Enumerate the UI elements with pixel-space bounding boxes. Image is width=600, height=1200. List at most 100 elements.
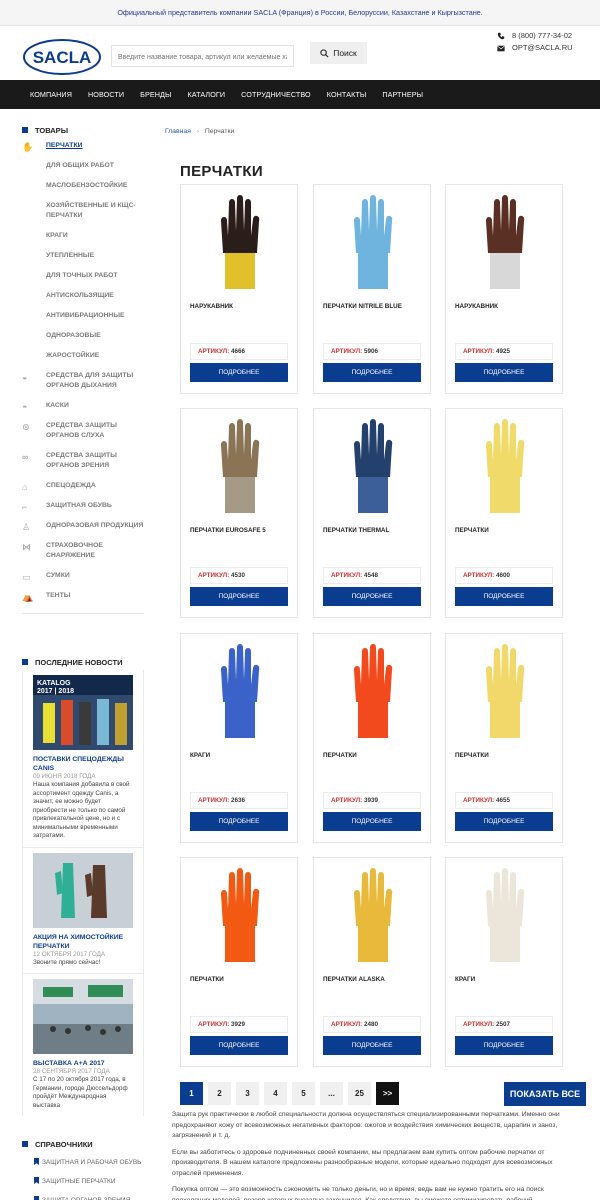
sidebar-item-11[interactable]: ЖАРОСТОЙКИЕ xyxy=(22,351,144,361)
news-image[interactable]: KATALOG 2017 | 2018 xyxy=(33,675,133,750)
sidebar-item-19[interactable]: ⋈ СТРАХОВОЧНОЕ СНАРЯЖЕНИЕ xyxy=(22,541,144,561)
product-name[interactable]: ПЕРЧАТКИ NITRILE BLUE xyxy=(323,303,402,310)
sidebar-item-9[interactable]: АНТИВИБРАЦИОННЫЕ xyxy=(22,311,144,321)
nav-item-5[interactable]: СОТРУДНИЧЕСТВО xyxy=(241,90,311,99)
details-button[interactable]: ПОДРОБНЕЕ xyxy=(323,363,421,382)
product-card[interactable]: ПЕРЧАТКИ THERMAL АРТИКУЛ: 4548 ПОДРОБНЕЕ xyxy=(313,408,431,618)
next-page-button[interactable]: >> xyxy=(376,1082,399,1105)
sidebar-item-7[interactable]: ДЛЯ ТОЧНЫХ РАБОТ xyxy=(22,271,144,281)
email-address[interactable]: OPT@SACLA.RU xyxy=(512,42,573,54)
pagination: 1 2 3 4 5... 25 >> xyxy=(180,1082,399,1105)
nav-item-3[interactable]: БРЕНДЫ xyxy=(140,90,171,99)
page-button[interactable]: 4 xyxy=(264,1082,287,1105)
sidebar-item-21[interactable]: ⛺ ТЕНТЫ xyxy=(22,591,144,602)
product-card[interactable]: ПЕРЧАТКИ АРТИКУЛ: 4600 ПОДРОБНЕЕ xyxy=(445,408,563,618)
show-all-button[interactable]: ПОКАЗАТЬ ВСЕ xyxy=(504,1082,586,1106)
page-button[interactable]: 1 xyxy=(180,1082,203,1105)
sidebar-item-20[interactable]: ▭ СУМКИ xyxy=(22,571,144,582)
product-name[interactable]: ПЕРЧАТКИ ALASKA xyxy=(323,976,385,983)
product-card[interactable]: ПЕРЧАТКИ EUROSAFE 5 АРТИКУЛ: 4530 ПОДРОБНЕ… xyxy=(180,408,298,618)
sidebar-item-1[interactable]: ✋ ПЕРЧАТКИ xyxy=(22,141,144,152)
news-image[interactable] xyxy=(33,979,133,1054)
news-title[interactable]: ПОСТАВКИ СПЕЦОДЕЖДЫ CANIS xyxy=(33,755,133,773)
sidebar-item-6[interactable]: УТЕПЛЕННЫЕ xyxy=(22,251,144,261)
product-name[interactable]: ПЕРЧАТКИ xyxy=(190,976,224,983)
product-name[interactable]: ПЕРЧАТКИ xyxy=(455,527,489,534)
details-button[interactable]: ПОДРОБНЕЕ xyxy=(190,1036,288,1055)
sidebar-item-3[interactable]: МАСЛОБЕНЗОСТОЙКИЕ xyxy=(22,181,144,191)
news-title[interactable]: АКЦИЯ НА ХИМОСТОЙКИЕ ПЕРЧАТКИ xyxy=(33,933,133,951)
details-button[interactable]: ПОДРОБНЕЕ xyxy=(455,587,553,606)
product-name[interactable]: НАРУКАВНИК xyxy=(190,303,233,310)
details-button[interactable]: ПОДРОБНЕЕ xyxy=(323,1036,421,1055)
nav-item-7[interactable]: ПАРТНЕРЫ xyxy=(382,90,423,99)
product-image[interactable] xyxy=(338,640,408,740)
search-button[interactable]: Поиск xyxy=(310,42,367,64)
sidebar-item-16[interactable]: ⌂ СПЕЦОДЕЖДА xyxy=(22,481,144,492)
product-card[interactable]: НАРУКАВНИК АРТИКУЛ: 4925 ПОДРОБНЕЕ xyxy=(445,184,563,394)
product-image[interactable] xyxy=(470,640,540,740)
sidebar-item-15[interactable]: ∞ СРЕДСТВА ЗАЩИТЫ ОРГАНОВ ЗРЕНИЯ xyxy=(22,451,144,471)
details-button[interactable]: ПОДРОБНЕЕ xyxy=(455,812,553,831)
product-card[interactable]: ПЕРЧАТКИ АРТИКУЛ: 3939 ПОДРОБНЕЕ xyxy=(313,633,431,843)
sidebar-item-12[interactable]: ◒ СРЕДСТВА ДЛЯ ЗАЩИТЫ ОРГАНОВ ДЫХАНИЯ xyxy=(22,371,144,391)
product-name[interactable]: НАРУКАВНИК xyxy=(455,303,498,310)
page-button[interactable]: 3 xyxy=(236,1082,259,1105)
sidebar-item-10[interactable]: ОДНОРАЗОВЫЕ xyxy=(22,331,144,341)
sidebar-item-14[interactable]: ⊙ СРЕДСТВА ЗАЩИТЫ ОРГАНОВ СЛУХА xyxy=(22,421,144,441)
news-image[interactable] xyxy=(33,852,133,928)
sidebar-item-8[interactable]: АНТИСКОЛЬЗЯЩИЕ xyxy=(22,291,144,301)
product-image[interactable] xyxy=(470,415,540,515)
product-image[interactable] xyxy=(338,415,408,515)
sidebar-item-2[interactable]: ДЛЯ ОБЩИХ РАБОТ xyxy=(22,161,144,171)
product-image[interactable] xyxy=(205,415,275,515)
sidebar-item-5[interactable]: КРАГИ xyxy=(22,231,144,241)
details-button[interactable]: ПОДРОБНЕЕ xyxy=(190,587,288,606)
nav-item-2[interactable]: НОВОСТИ xyxy=(88,90,124,99)
product-name[interactable]: ПЕРЧАТКИ xyxy=(455,752,489,759)
product-image[interactable] xyxy=(205,191,275,291)
product-image[interactable] xyxy=(205,864,275,964)
reference-item[interactable]: ЗАЩИТНЫЕ ПЕРЧАТКИ xyxy=(22,1172,144,1191)
sidebar-item-18[interactable]: ♙ ОДНОРАЗОВАЯ ПРОДУКЦИЯ xyxy=(22,521,144,532)
product-card[interactable]: НАРУКАВНИК АРТИКУЛ: 4666 ПОДРОБНЕЕ xyxy=(180,184,298,394)
product-name[interactable]: ПЕРЧАТКИ THERMAL xyxy=(323,527,389,534)
product-card[interactable]: ПЕРЧАТКИ АРТИКУЛ: 3929 ПОДРОБНЕЕ xyxy=(180,857,298,1067)
product-card[interactable]: ПЕРЧАТКИ ALASKA АРТИКУЛ: 2480 ПОДРОБНЕЕ xyxy=(313,857,431,1067)
sidebar-item-17[interactable]: ⌐ ЗАЩИТНАЯ ОБУВЬ xyxy=(22,501,144,512)
details-button[interactable]: ПОДРОБНЕЕ xyxy=(190,812,288,831)
sidebar-item-13[interactable]: ◓ КАСКИ xyxy=(22,401,144,412)
nav-item-6[interactable]: КОНТАКТЫ xyxy=(327,90,367,99)
product-name[interactable]: ПЕРЧАТКИ EUROSAFE 5 xyxy=(190,527,266,534)
page-button[interactable]: 2 xyxy=(208,1082,231,1105)
reference-item[interactable]: ЗАЩИТНАЯ И РАБОЧАЯ ОБУВЬ xyxy=(22,1153,144,1172)
details-button[interactable]: ПОДРОБНЕЕ xyxy=(323,587,421,606)
breadcrumb-home[interactable]: Главная xyxy=(165,128,191,135)
product-card[interactable]: ПЕРЧАТКИ АРТИКУЛ: 4655 ПОДРОБНЕЕ xyxy=(445,633,563,843)
product-name[interactable]: КРАГИ xyxy=(190,752,210,759)
reference-item[interactable]: ЗАЩИТА ОРГАНОВ ЗРЕНИЯ xyxy=(22,1191,144,1200)
page-button[interactable]: 5 xyxy=(292,1082,315,1105)
details-button[interactable]: ПОДРОБНЕЕ xyxy=(455,1036,553,1055)
search-input[interactable] xyxy=(112,47,293,68)
nav-item-4[interactable]: КАТАЛОГИ xyxy=(187,90,225,99)
news-title[interactable]: ВЫСТАВКА А+А 2017 xyxy=(33,1059,133,1068)
phone-number[interactable]: 8 (800) 777-34-02 xyxy=(512,30,572,42)
details-button[interactable]: ПОДРОБНЕЕ xyxy=(190,363,288,382)
product-card[interactable]: КРАГИ АРТИКУЛ: 2507 ПОДРОБНЕЕ xyxy=(445,857,563,1067)
sacla-logo[interactable]: SACLA xyxy=(22,38,102,76)
product-image[interactable] xyxy=(470,864,540,964)
product-image[interactable] xyxy=(338,191,408,291)
details-button[interactable]: ПОДРОБНЕЕ xyxy=(323,812,421,831)
product-name[interactable]: КРАГИ xyxy=(455,976,475,983)
product-image[interactable] xyxy=(470,191,540,291)
product-image[interactable] xyxy=(205,640,275,740)
product-name[interactable]: ПЕРЧАТКИ xyxy=(323,752,357,759)
nav-item-1[interactable]: КОМПАНИЯ xyxy=(30,90,72,99)
page-button[interactable]: 25 xyxy=(348,1082,371,1105)
product-card[interactable]: КРАГИ АРТИКУЛ: 2636 ПОДРОБНЕЕ xyxy=(180,633,298,843)
product-image[interactable] xyxy=(338,864,408,964)
details-button[interactable]: ПОДРОБНЕЕ xyxy=(455,363,553,382)
sidebar-item-4[interactable]: ХОЗЯЙСТВЕННЫЕ И КЩС-ПЕРЧАТКИ xyxy=(22,201,144,221)
product-card[interactable]: ПЕРЧАТКИ NITRILE BLUE АРТИКУЛ: 5906 ПОДРОБ… xyxy=(313,184,431,394)
